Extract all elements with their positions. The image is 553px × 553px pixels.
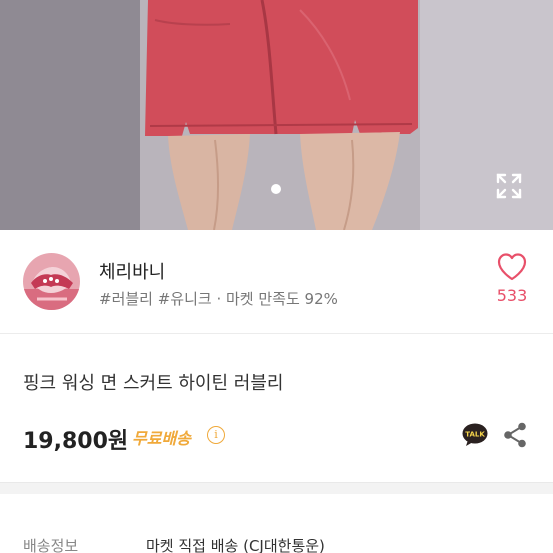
expand-arrows-icon[interactable] <box>496 173 522 199</box>
free-shipping-badge: 무료배송 <box>132 429 191 448</box>
kakao-talk-icon[interactable]: TALK <box>462 423 488 447</box>
shop-avatar[interactable] <box>23 253 80 310</box>
avatar-image <box>23 253 80 310</box>
carousel-dot[interactable] <box>271 184 281 194</box>
like-count: 533 <box>496 286 528 305</box>
product-image[interactable] <box>0 0 553 230</box>
heart-outline-icon <box>497 253 527 281</box>
info-circle-icon[interactable]: i <box>207 426 225 444</box>
product-title: 핑크 워싱 면 스커트 하이틴 러블리 <box>23 373 284 394</box>
product-price: 19,800원 <box>23 429 129 454</box>
delivery-value: 마켓 직접 배송 (CJ대한통운) <box>146 537 325 553</box>
seller-name[interactable]: 체리바니 <box>99 258 165 284</box>
seller-tags: #러블리 #유니크 · 마켓 만족도 92% <box>99 290 338 308</box>
delivery-label: 배송정보 <box>23 537 79 553</box>
product-photo <box>0 0 553 230</box>
section-divider <box>0 482 553 494</box>
seller-row[interactable]: 체리바니 #러블리 #유니크 · 마켓 만족도 92% 533 <box>0 230 553 334</box>
like-button[interactable]: 533 <box>494 252 530 312</box>
share-icon[interactable] <box>503 422 527 448</box>
talk-label: TALK <box>465 431 485 439</box>
